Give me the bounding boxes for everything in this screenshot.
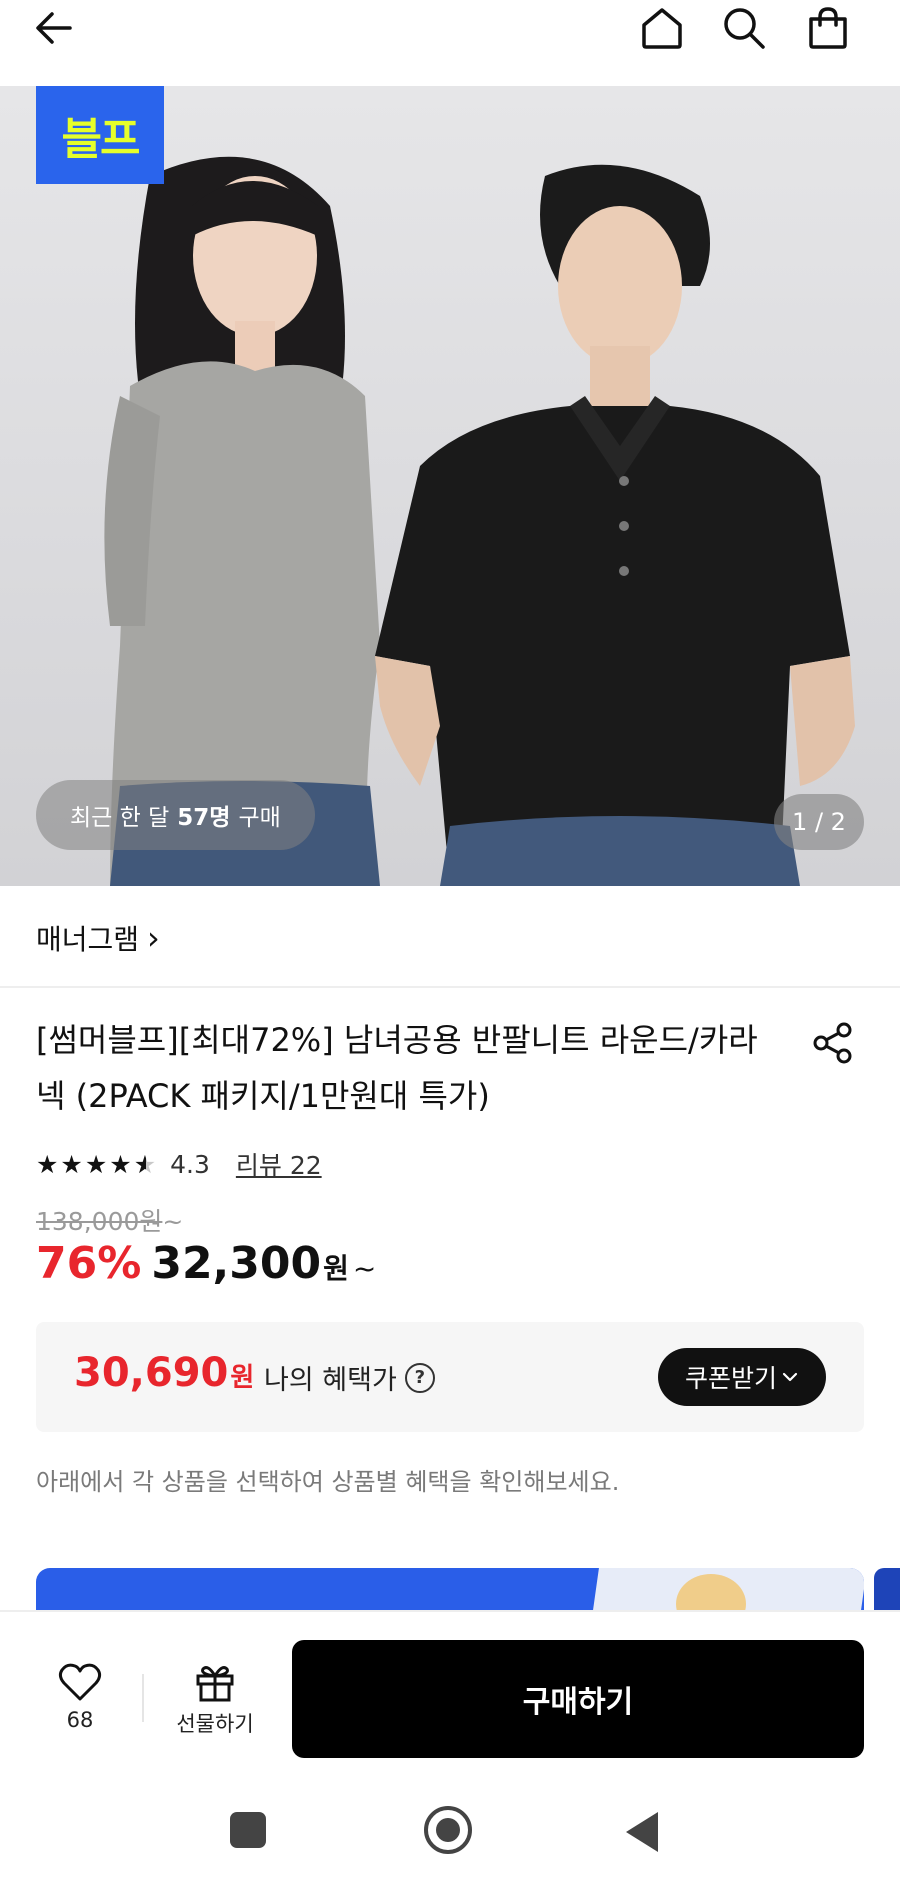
sale-price: 32,300 bbox=[151, 1238, 322, 1289]
vertical-divider bbox=[142, 1674, 144, 1722]
home-button[interactable] bbox=[630, 0, 694, 56]
benefit-price-unit: 원 bbox=[230, 1363, 255, 1393]
review-link[interactable]: 리뷰 22 bbox=[236, 1146, 322, 1182]
product-image-carousel[interactable]: 블프 최근 한 달 57명 구매 1 / 2 bbox=[0, 86, 900, 886]
share-button[interactable] bbox=[806, 1016, 860, 1070]
system-back-icon[interactable] bbox=[626, 1812, 658, 1852]
like-button[interactable]: 68 bbox=[40, 1662, 120, 1732]
shopping-bag-icon bbox=[809, 7, 847, 49]
brand-link[interactable]: 매너그램 › bbox=[36, 918, 160, 958]
coupon-button-label: 쿠폰받기 bbox=[684, 1364, 777, 1393]
coupon-button[interactable]: 쿠폰받기 bbox=[658, 1348, 826, 1406]
sale-price-tilde: ~ bbox=[352, 1252, 377, 1285]
rating-value: 4.3 bbox=[170, 1149, 210, 1179]
back-button[interactable] bbox=[26, 0, 82, 56]
benefit-notice: 아래에서 각 상품을 선택하여 상품별 혜택을 확인해보세요. bbox=[36, 1468, 620, 1496]
gift-button[interactable]: 선물하기 bbox=[160, 1662, 270, 1738]
half-star-icon: ★ bbox=[133, 1149, 157, 1179]
recent-count: 57명 bbox=[177, 805, 231, 831]
promo-badge-text: 블프 bbox=[61, 114, 141, 165]
rating-row: ★ ★ ★ ★ ★ 4.3 리뷰 22 bbox=[36, 1144, 322, 1184]
benefit-price-value: 30,690 bbox=[74, 1350, 229, 1396]
sale-price-unit: 원 bbox=[323, 1252, 349, 1285]
help-icon[interactable]: ? bbox=[404, 1362, 435, 1393]
home-icon bbox=[642, 8, 682, 49]
product-photo bbox=[104, 156, 855, 886]
like-count: 68 bbox=[66, 1708, 94, 1732]
arrow-left-icon bbox=[36, 12, 72, 44]
share-icon bbox=[813, 1022, 852, 1064]
gift-icon bbox=[196, 1666, 234, 1702]
original-price: 138,000원~ bbox=[36, 1202, 183, 1238]
benefit-price-box: 30,690 원 나의 혜택가 ? 쿠폰받기 bbox=[36, 1322, 864, 1432]
chevron-down-icon bbox=[781, 1363, 799, 1392]
sale-price-row: 76% 32,300 원 ~ bbox=[36, 1238, 376, 1289]
star-icon: ★ bbox=[36, 1149, 59, 1179]
search-button[interactable] bbox=[716, 0, 772, 56]
section-divider bbox=[0, 986, 900, 988]
benefit-price: 30,690 원 bbox=[74, 1350, 254, 1396]
recent-suffix: 구매 bbox=[238, 805, 281, 831]
promo-banner-next[interactable] bbox=[874, 1568, 900, 1610]
star-rating: ★ ★ ★ ★ ★ bbox=[36, 1150, 156, 1179]
buy-button[interactable]: 구매하기 bbox=[292, 1640, 864, 1758]
recent-prefix: 최근 한 달 bbox=[70, 805, 170, 831]
benefit-label-text: 나의 혜택가 bbox=[264, 1365, 397, 1396]
recent-purchase-badge: 최근 한 달 57명 구매 bbox=[36, 780, 315, 850]
brand-name: 매너그램 bbox=[36, 923, 140, 956]
top-app-bar bbox=[0, 0, 900, 86]
benefit-label: 나의 혜택가 ? bbox=[264, 1358, 435, 1397]
star-icon: ★ bbox=[109, 1149, 132, 1179]
page-indicator: 1 / 2 bbox=[774, 794, 864, 850]
heart-icon bbox=[58, 1663, 102, 1701]
search-icon bbox=[724, 8, 765, 49]
system-home-icon[interactable] bbox=[424, 1806, 472, 1854]
star-icon: ★ bbox=[60, 1149, 83, 1179]
discount-rate: 76% bbox=[36, 1238, 142, 1289]
bottom-action-bar: 68 선물하기 구매하기 bbox=[0, 1610, 900, 1782]
chevron-right-icon: › bbox=[147, 919, 160, 957]
product-title: [썸머블프][최대72%] 남녀공용 반팔니트 라운드/카라넥 (2PACK 패… bbox=[36, 1021, 758, 1115]
original-price-value: 138,000원 bbox=[36, 1207, 163, 1236]
gift-label: 선물하기 bbox=[176, 1712, 254, 1736]
cart-button[interactable] bbox=[798, 0, 858, 56]
recent-apps-icon[interactable] bbox=[230, 1812, 266, 1848]
promo-badge: 블프 bbox=[36, 86, 164, 184]
original-price-tilde: ~ bbox=[162, 1207, 184, 1236]
star-icon: ★ bbox=[84, 1149, 108, 1179]
promo-banner[interactable] bbox=[36, 1568, 864, 1610]
system-navigation-bar bbox=[0, 1782, 900, 1893]
